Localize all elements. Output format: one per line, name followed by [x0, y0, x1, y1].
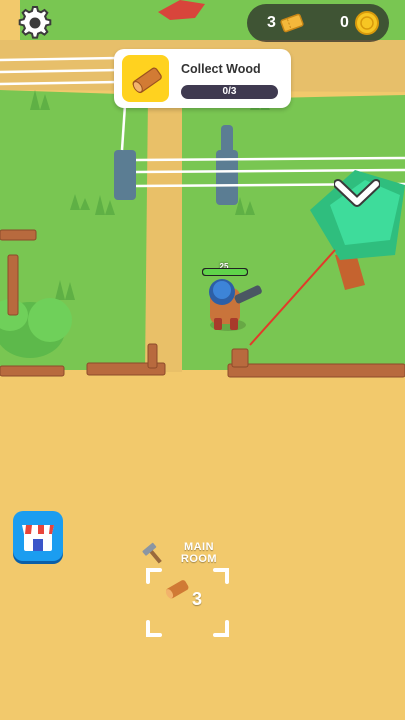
player-health-bar: [202, 268, 248, 276]
build-zone-cost: 3: [192, 589, 203, 609]
quest-progress-text: 0/3: [222, 86, 237, 97]
player-health-fill: [203, 269, 247, 275]
check-icon: [333, 179, 381, 207]
settings-button[interactable]: [16, 4, 54, 42]
game-scene: [0, 0, 405, 720]
shop-icon: [22, 525, 54, 551]
quest-icon-box: [122, 55, 169, 102]
quest-title: Collect Wood: [181, 62, 261, 76]
dirt-path: [145, 95, 182, 372]
coin-icon: [355, 11, 379, 35]
build-zone-label: MAIN ROOM: [163, 541, 235, 565]
build-zone-label-line1: MAIN: [183, 541, 215, 553]
wood-log-icon: [132, 67, 162, 94]
gear-icon: [18, 6, 52, 39]
ticket-count: 3: [267, 14, 276, 31]
quest-progress-bar: 0/3: [181, 85, 278, 99]
objective-marker: [333, 172, 381, 208]
build-zone-label-line2: ROOM: [180, 553, 218, 565]
coin-count: 0: [340, 14, 349, 31]
quest-card[interactable]: Collect Wood 0/3: [114, 49, 291, 108]
ticket-icon: [280, 13, 304, 33]
shop-button[interactable]: [13, 511, 63, 561]
currency-panel: 3 0: [247, 4, 389, 42]
